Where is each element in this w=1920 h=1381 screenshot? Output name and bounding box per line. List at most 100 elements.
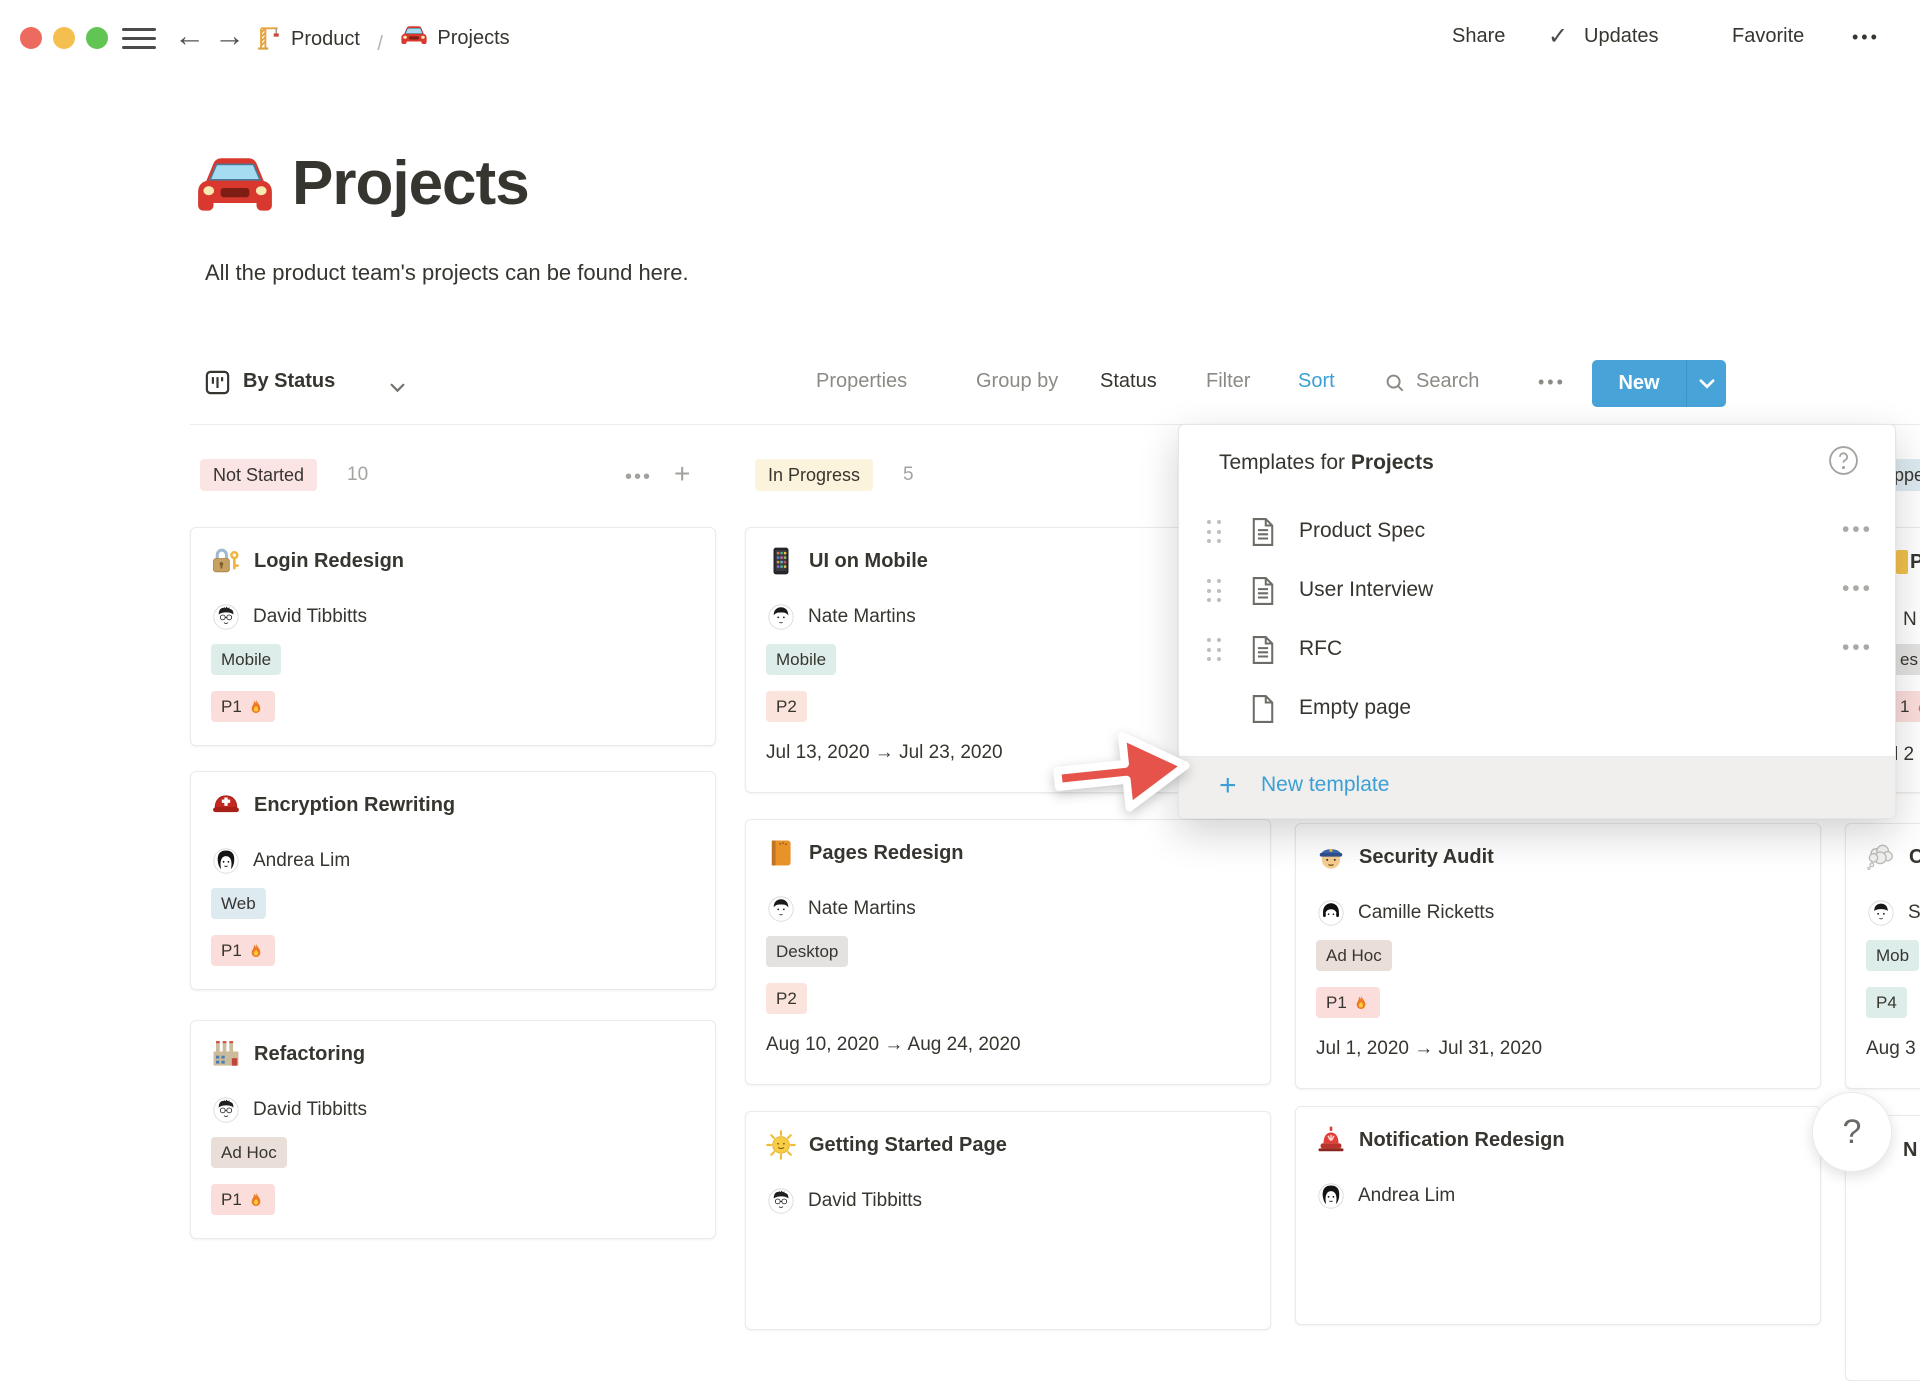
- card-title: Login Redesign: [211, 546, 404, 576]
- view-selector[interactable]: By Status: [243, 370, 335, 393]
- breadcrumb-projects[interactable]: Projects: [400, 22, 509, 55]
- breadcrumb-product[interactable]: Product: [256, 24, 360, 55]
- template-item[interactable]: Product Spec•••: [1179, 504, 1895, 562]
- sun-icon: [766, 1130, 796, 1160]
- properties-button[interactable]: Properties: [816, 370, 907, 393]
- doc-icon: [1251, 517, 1275, 552]
- close-window-button[interactable]: [20, 27, 42, 49]
- zoom-window-button[interactable]: [86, 27, 108, 49]
- column-more-icon[interactable]: •••: [625, 466, 652, 489]
- card-dates: Jul 13, 2020 → Jul 23, 2020: [766, 742, 1003, 764]
- favorite-button[interactable]: Favorite: [1732, 25, 1804, 48]
- card-tag: Ad Hoc: [1316, 940, 1392, 971]
- share-button[interactable]: Share: [1452, 25, 1505, 48]
- card-dates: Aug 3: [1866, 1038, 1916, 1060]
- templates-popup-title: Templates for Projects: [1219, 451, 1434, 475]
- card-title: Encryption Rewriting: [211, 790, 455, 820]
- card-dates: Jul 1, 2020 → Jul 31, 2020: [1316, 1038, 1542, 1060]
- crane-icon: [256, 24, 282, 55]
- avatar: [213, 1097, 239, 1123]
- new-template-label: New template: [1261, 773, 1389, 797]
- avatar: [1318, 1183, 1344, 1209]
- new-dropdown-chevron-icon[interactable]: [1687, 379, 1726, 389]
- drag-handle-icon[interactable]: [1207, 579, 1222, 605]
- project-card[interactable]: RefactoringDavid TibbittsAd HocP1: [190, 1020, 716, 1239]
- project-card[interactable]: Security AuditCamille RickettsAd HocP1Ju…: [1295, 823, 1821, 1089]
- avatar: [1318, 900, 1344, 926]
- card-tag: Ad Hoc: [211, 1137, 287, 1168]
- toolbar-more-icon[interactable]: •••: [1538, 372, 1566, 393]
- card-title-text: Pages Redesign: [809, 842, 964, 865]
- template-item-more-icon[interactable]: •••: [1842, 577, 1873, 601]
- breadcrumb: Product / Projects: [256, 22, 510, 56]
- project-card[interactable]: Pages RedesignNate MartinsDesktopP2Aug 1…: [745, 819, 1271, 1085]
- template-item-more-icon[interactable]: •••: [1842, 636, 1873, 660]
- car-icon: [400, 22, 428, 55]
- project-card[interactable]: Notification RedesignAndrea Lim: [1295, 1106, 1821, 1325]
- card-assignee: David Tibbitts: [768, 1188, 922, 1214]
- column-count: 5: [903, 464, 914, 486]
- police-icon: [1316, 842, 1346, 872]
- drag-handle-icon[interactable]: [1207, 520, 1222, 546]
- card-tag: P4: [1866, 987, 1907, 1018]
- card-title: Security Audit: [1316, 842, 1494, 872]
- doc-icon: [1251, 635, 1275, 670]
- group-by-value[interactable]: Status: [1100, 370, 1157, 393]
- card-tag: Desktop: [766, 936, 848, 967]
- card-assignee-name: David Tibbitts: [808, 1190, 922, 1212]
- project-card[interactable]: Encryption RewritingAndrea LimWebP1: [190, 771, 716, 990]
- card-dates: Aug 10, 2020 → Aug 24, 2020: [766, 1034, 1021, 1056]
- check-icon: ✓: [1548, 22, 1568, 51]
- breadcrumb-separator: /: [377, 33, 383, 55]
- project-card[interactable]: Login RedesignDavid TibbittsMobileP1: [190, 527, 716, 746]
- card-dates-fragment: l 2: [1894, 744, 1914, 766]
- card-assignee-name: Nate Martins: [808, 606, 916, 628]
- help-bubble-button[interactable]: ?: [1812, 1092, 1892, 1172]
- sort-button[interactable]: Sort: [1298, 370, 1335, 393]
- template-item[interactable]: Empty page: [1179, 681, 1895, 739]
- card-assignee: Andrea Lim: [1318, 1183, 1455, 1209]
- siren-icon: [1316, 1125, 1346, 1155]
- column-add-icon[interactable]: +: [674, 460, 690, 488]
- card-title: Getting Started Page: [766, 1130, 1007, 1160]
- search-button[interactable]: Search: [1416, 370, 1479, 393]
- page-description: All the product team's projects can be f…: [205, 260, 689, 286]
- group-by-label[interactable]: Group by: [976, 370, 1058, 393]
- updates-button[interactable]: Updates: [1584, 25, 1659, 48]
- project-card[interactable]: CSMobP4Aug 3: [1845, 823, 1920, 1089]
- search-icon: [1384, 372, 1407, 400]
- help-icon[interactable]: [1828, 445, 1859, 481]
- card-assignee: Nate Martins: [768, 604, 916, 630]
- filter-button[interactable]: Filter: [1206, 370, 1250, 393]
- drag-handle-icon[interactable]: [1207, 638, 1222, 664]
- avatar: [1868, 900, 1894, 926]
- card-title-text: Login Redesign: [254, 550, 404, 573]
- phone-icon: [766, 546, 796, 576]
- more-options-icon[interactable]: •••: [1852, 27, 1880, 48]
- forward-button[interactable]: →: [214, 20, 245, 51]
- card-title: Pages Redesign: [766, 838, 964, 868]
- back-button[interactable]: ←: [174, 20, 205, 51]
- card-tag: P1: [211, 935, 275, 966]
- card-assignee: Camille Ricketts: [1318, 900, 1494, 926]
- card-title-text: Refactoring: [254, 1043, 365, 1066]
- sidebar-menu-icon[interactable]: [122, 28, 156, 49]
- minimize-window-button[interactable]: [53, 27, 75, 49]
- column-status-badge[interactable]: In Progress: [755, 459, 873, 491]
- column-status-badge[interactable]: Not Started: [200, 459, 317, 491]
- card-assignee: Andrea Lim: [213, 848, 350, 874]
- card-title-text: Security Audit: [1359, 846, 1494, 869]
- template-item[interactable]: User Interview•••: [1179, 563, 1895, 621]
- new-template-row[interactable]: + New template: [1179, 757, 1895, 819]
- new-button[interactable]: New: [1592, 360, 1726, 407]
- card-title-fragment: P: [1910, 551, 1920, 574]
- template-item[interactable]: RFC•••: [1179, 622, 1895, 680]
- project-card[interactable]: Getting Started Page David Tibbitts: [745, 1111, 1271, 1330]
- page-icon[interactable]: [194, 146, 276, 233]
- avatar: [213, 604, 239, 630]
- template-item-more-icon[interactable]: •••: [1842, 518, 1873, 542]
- card-title-text: Getting Started Page: [809, 1134, 1007, 1157]
- card-assignee-name: David Tibbitts: [253, 606, 367, 628]
- book-icon: [766, 838, 796, 868]
- card-title-text: Encryption Rewriting: [254, 794, 455, 817]
